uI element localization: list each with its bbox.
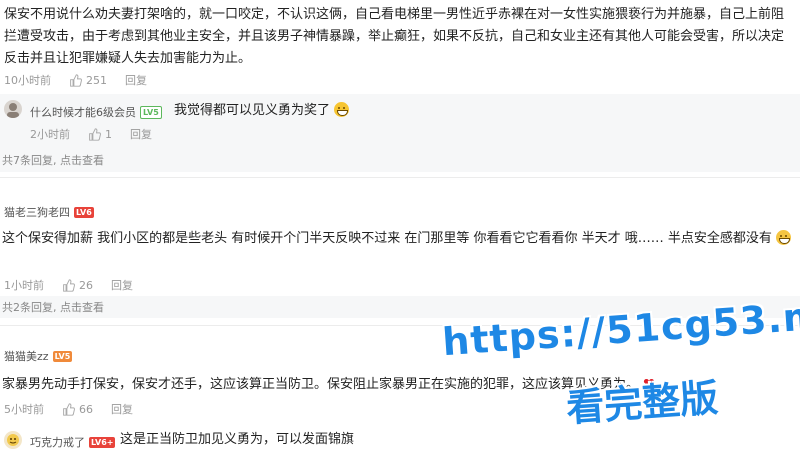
comment-1-meta: 10小时前 251 回复 — [4, 72, 147, 88]
reply-1-username[interactable]: 什么时候才能6级会员 — [30, 104, 136, 120]
avatar[interactable] — [4, 431, 22, 449]
comment-1-text: 保安不用说什么劝夫妻打架啥的，就一口咬定，不认识这俩，自己看电梯里一男性近乎赤裸… — [4, 7, 785, 66]
comment-2-text: 这个保安得加薪 我们小区的都是些老头 有时候开个门半天反映不过来 在门那里等 你… — [2, 228, 792, 250]
comment-1-reply-button[interactable]: 回复 — [125, 72, 147, 88]
level-badge: LV6 — [74, 206, 94, 218]
comment-2-time: 1小时前 — [4, 279, 44, 292]
comment-3-meta: 5小时前 66 回复 — [4, 401, 133, 417]
comment-2-user: 猫老三狗老四 LV6 — [4, 204, 94, 220]
comment-4-user: 巧克力戒了 LV6+ — [30, 434, 116, 450]
thumbs-up-icon[interactable] — [69, 73, 82, 87]
more-replies-link-2[interactable]: 共2条回复, 点击查看 — [2, 299, 104, 315]
comment-2-reply-button[interactable]: 回复 — [111, 277, 133, 293]
reply-1-reply-button[interactable]: 回复 — [130, 126, 152, 142]
comment-3-reply-button[interactable]: 回复 — [111, 401, 133, 417]
reply-1-text: 我觉得都可以见义勇为奖了 — [174, 100, 350, 122]
comment-3-user: 猫猫美zz LV5 — [4, 348, 73, 364]
thumbs-up-icon[interactable] — [62, 278, 75, 292]
reply-1-meta: 2小时前 1 回复 — [30, 126, 152, 142]
reply-1-likes: 1 — [105, 127, 112, 141]
reply-1-text-content: 我觉得都可以见义勇为奖了 — [174, 103, 331, 118]
thumbs-up-icon[interactable] — [62, 402, 75, 416]
comment-4-username[interactable]: 巧克力戒了 — [30, 434, 85, 450]
comment-3-time: 5小时前 — [4, 403, 44, 416]
comment-2-meta: 1小时前 26 回复 — [4, 277, 133, 293]
thumbs-up-icon[interactable] — [88, 127, 101, 141]
level-badge: LV6+ — [89, 436, 116, 448]
comment-1-likes: 251 — [86, 73, 107, 87]
avatar[interactable] — [4, 100, 22, 118]
reply-1-time: 2小时前 — [30, 128, 70, 141]
level-badge: LV5 — [52, 350, 73, 362]
level-badge: LV5 — [140, 105, 162, 119]
reply-1-user: 什么时候才能6级会员 LV5 — [30, 104, 162, 120]
comment-1-time: 10小时前 — [4, 74, 51, 87]
watermark-caption: 看完整版 — [564, 375, 720, 431]
smile-emoji-icon — [776, 230, 792, 245]
comment-3-username[interactable]: 猫猫美zz — [4, 348, 49, 364]
comment-2-likes: 26 — [79, 278, 93, 292]
divider — [0, 177, 800, 178]
more-replies-link-1[interactable]: 共7条回复, 点击查看 — [2, 152, 104, 168]
comment-2-username[interactable]: 猫老三狗老四 — [4, 204, 70, 220]
comment-3-text-content: 家暴男先动手打保安，保安才还手，这应该算正当防卫。保安阻止家暴男正在实施的犯罪，… — [2, 377, 640, 392]
comment-4-text: 这是正当防卫加见义勇为，可以发面锦旗 — [120, 432, 355, 447]
comment-3-likes: 66 — [79, 402, 93, 416]
comment-2-text-content: 这个保安得加薪 我们小区的都是些老头 有时候开个门半天反映不过来 在门那里等 你… — [2, 231, 772, 246]
grin-emoji-icon — [334, 102, 350, 117]
